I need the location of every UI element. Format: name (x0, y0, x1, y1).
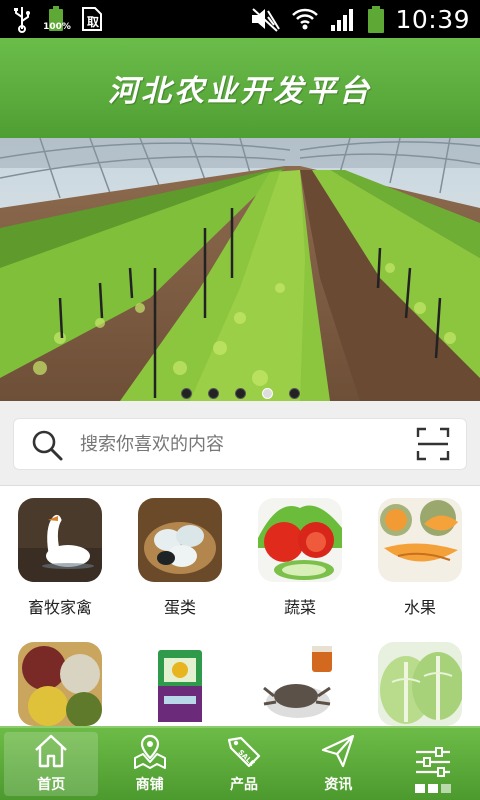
nav-more[interactable] (386, 728, 480, 800)
bottom-nav: 首页 商铺 SALE 产品 资讯 (0, 726, 480, 800)
vegetables-image (258, 498, 342, 582)
svg-text:取: 取 (87, 15, 99, 29)
nav-news[interactable]: 资讯 (291, 728, 385, 800)
battery-icon (367, 5, 385, 33)
send-icon (322, 734, 355, 768)
carousel-dot[interactable] (207, 388, 219, 399)
nav-placeholder-bars (414, 784, 451, 793)
page-title: 河北农业开发平台 (108, 74, 372, 109)
carousel-dot-active[interactable] (261, 388, 273, 399)
carousel-dot[interactable] (180, 388, 192, 399)
battery-icon: 100% (43, 5, 71, 33)
banner-carousel[interactable] (0, 138, 480, 401)
livestock-image (18, 498, 102, 582)
carousel-dot[interactable] (234, 388, 246, 399)
carousel-dots[interactable] (0, 388, 480, 399)
clock: 10:39 (395, 4, 470, 34)
nav-products[interactable]: SALE 产品 (197, 728, 291, 800)
app-header: 河北农业开发平台 (0, 38, 480, 138)
home-icon (35, 734, 68, 768)
category-item-fruit[interactable]: 水果 (360, 486, 480, 617)
nav-label: 首页 (37, 777, 66, 793)
wifi-icon (292, 8, 319, 30)
eggs-image (138, 498, 222, 582)
category-label: 畜牧家禽 (27, 598, 92, 617)
nav-shop[interactable]: 商铺 (102, 728, 196, 800)
shop-map-icon (133, 734, 166, 769)
settings-sliders-icon (415, 747, 450, 777)
search-icon[interactable] (30, 428, 64, 462)
fruit-image (378, 498, 462, 582)
signal-icon (331, 9, 354, 31)
scan-icon[interactable] (416, 427, 450, 461)
status-bar: 100% 取 10:39 (0, 0, 480, 38)
rice-bag-image (138, 642, 222, 726)
nav-label: 产品 (230, 777, 259, 793)
search-area (0, 401, 480, 486)
nav-label: 资讯 (324, 777, 353, 793)
greenhouse-banner-image (0, 138, 480, 401)
usb-icon (14, 7, 30, 33)
nav-home[interactable]: 首页 (4, 732, 99, 796)
category-grid: 畜牧家禽 蛋类 蔬菜 水果 (0, 486, 480, 726)
search-box[interactable] (13, 418, 467, 470)
category-label: 水果 (403, 598, 436, 617)
sale-tag-icon: SALE (227, 736, 261, 768)
search-input[interactable] (80, 419, 390, 469)
cabbage-image (378, 642, 462, 726)
crab-image (258, 642, 342, 726)
mute-icon (252, 8, 281, 32)
document-icon: 取 (82, 7, 102, 31)
battery-percent: 100% (43, 22, 71, 32)
category-label: 蛋类 (163, 598, 196, 617)
carousel-dot[interactable] (288, 388, 300, 399)
category-item-livestock[interactable]: 畜牧家禽 (0, 486, 120, 617)
category-item-eggs[interactable]: 蛋类 (120, 486, 240, 617)
category-label: 蔬菜 (283, 598, 316, 617)
nav-label: 商铺 (135, 777, 164, 793)
category-item-vegetables[interactable]: 蔬菜 (240, 486, 360, 617)
grains-image (18, 642, 102, 726)
